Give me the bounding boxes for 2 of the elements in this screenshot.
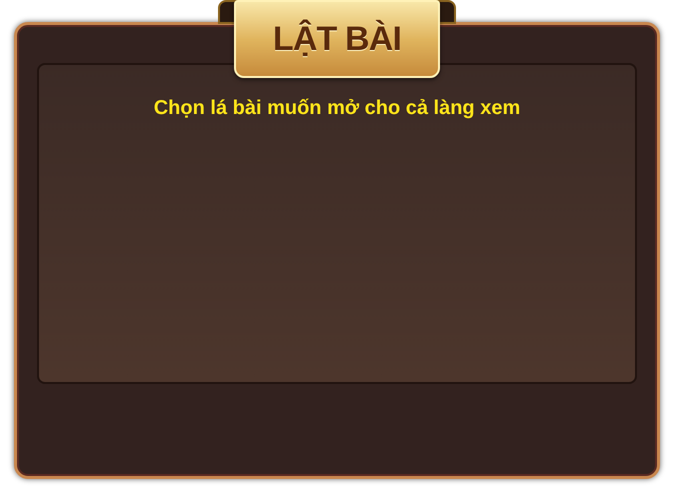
dialog-title: LẬT BÀI xyxy=(272,18,402,60)
instruction-text: Chọn lá bài muốn mở cho cả làng xem xyxy=(154,96,520,121)
